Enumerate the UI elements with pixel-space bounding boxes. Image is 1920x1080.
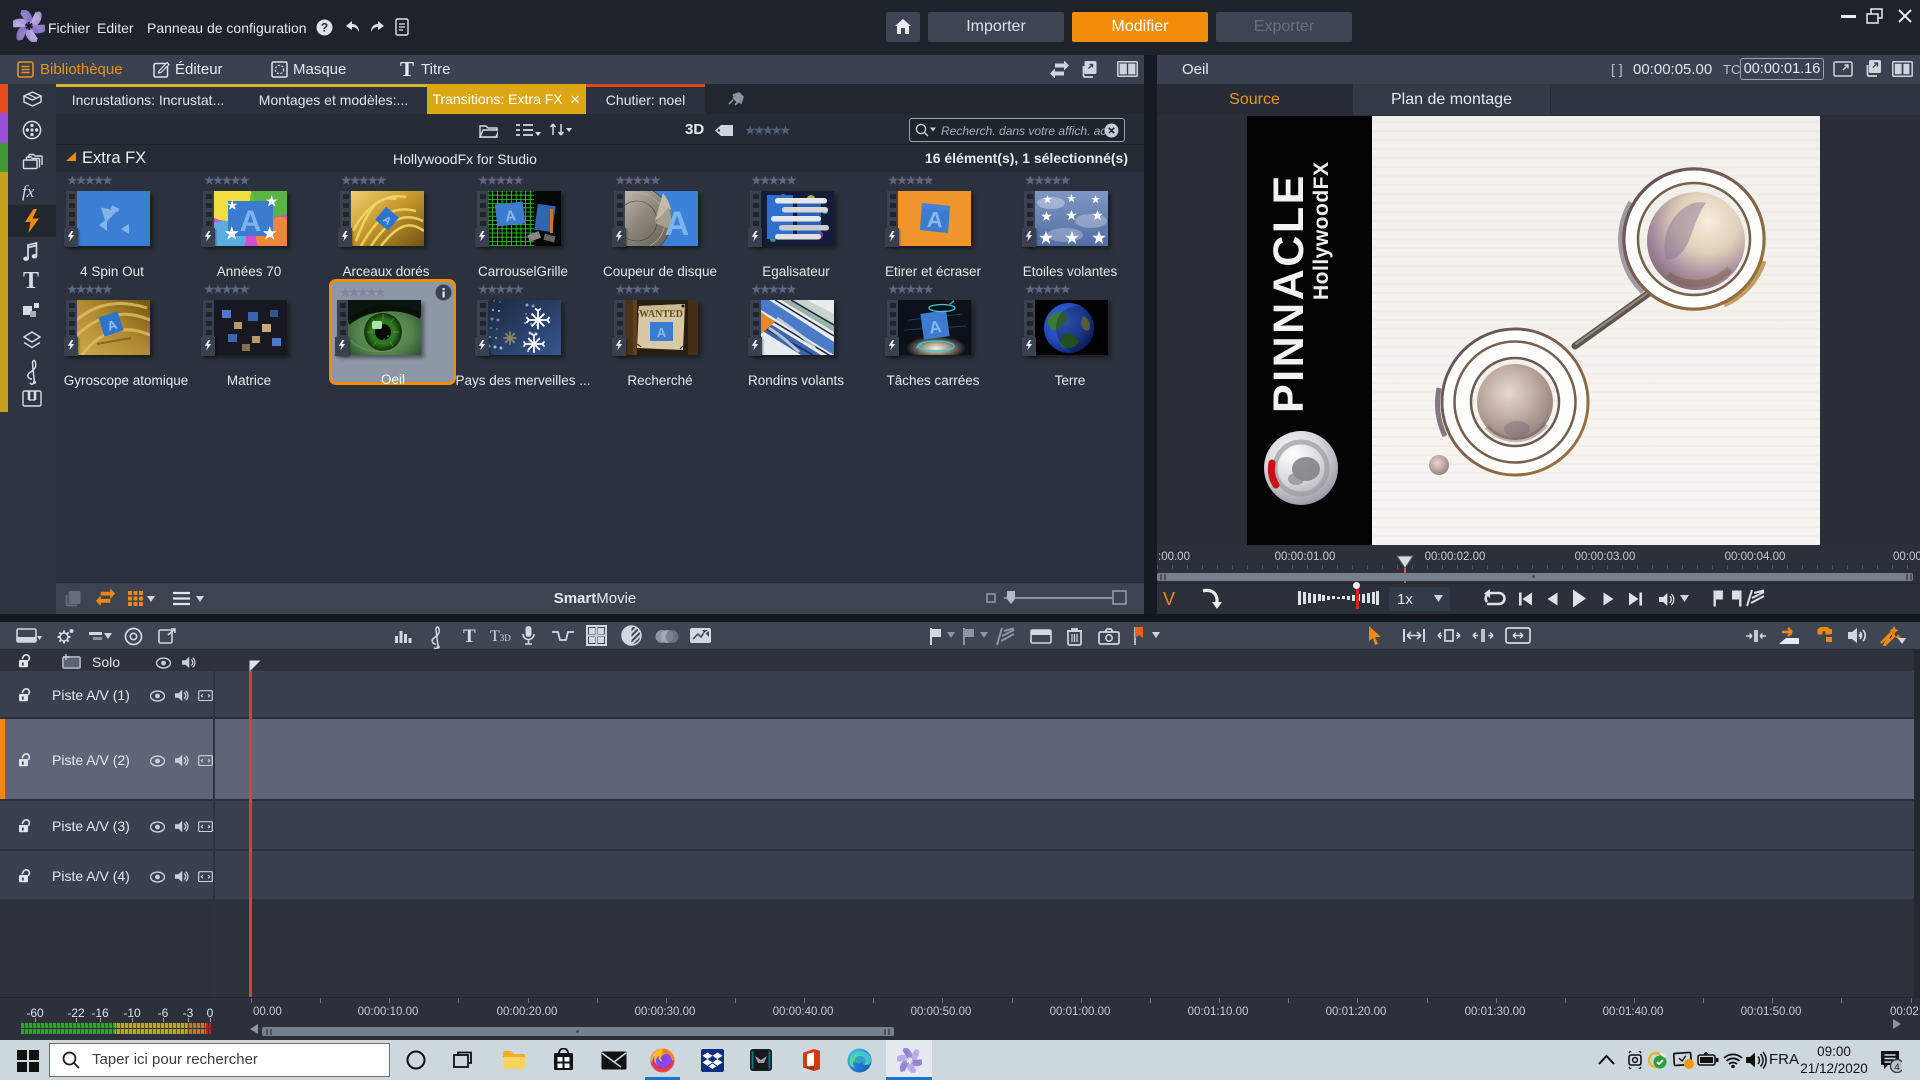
svg-text:?: ? [321, 21, 328, 35]
svg-text:A: A [504, 207, 517, 225]
svg-text:A: A [240, 205, 262, 238]
svg-text:PINNACLE: PINNACLE [1265, 173, 1313, 413]
svg-text:4: 4 [1894, 1062, 1899, 1073]
svg-text:A: A [928, 317, 943, 338]
svg-text:A: A [657, 325, 667, 340]
svg-text:HollywoodFX: HollywoodFX [1310, 162, 1333, 301]
svg-text:A: A [665, 205, 690, 243]
svg-text:WANTED: WANTED [639, 309, 683, 320]
svg-text:A: A [926, 207, 943, 233]
